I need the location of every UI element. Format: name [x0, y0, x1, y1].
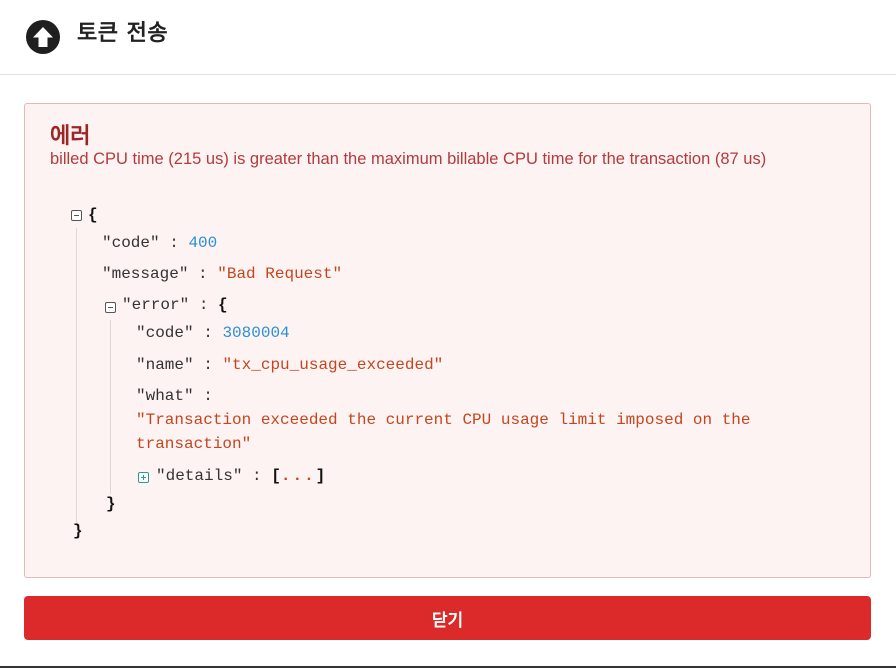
json-string: "tx_cpu_usage_exceeded" [222, 356, 444, 374]
json-row-name: "name" : "tx_cpu_usage_exceeded" [136, 356, 444, 374]
json-number: 400 [188, 234, 218, 252]
json-key: "code" [102, 234, 160, 252]
json-number: 3080004 [222, 324, 290, 342]
error-title: 에러 [50, 124, 91, 149]
error-close-brace: } [106, 495, 116, 513]
modal-header: 토큰 전송 [0, 0, 896, 75]
modal-title: 토큰 전송 [77, 21, 169, 46]
error-open-brace: { [218, 296, 228, 314]
root-indent-guide [76, 228, 77, 526]
collapse-root-toggle[interactable] [71, 210, 82, 221]
collapse-error-toggle[interactable] [105, 302, 116, 313]
json-row-code: "code" : 400 [102, 234, 218, 252]
json-key: "name" [136, 356, 194, 374]
error-panel: 에러 billed CPU time (215 us) is greater t… [24, 103, 871, 578]
json-row-message: "message" : "Bad Request" [102, 265, 343, 283]
error-message: billed CPU time (215 us) is greater than… [50, 150, 767, 168]
error-indent-guide [110, 320, 111, 494]
close-button[interactable]: 닫기 [24, 596, 871, 640]
json-row-details: "details" : [...] [156, 467, 326, 485]
root-close-brace: } [73, 522, 83, 540]
json-key: "details" [156, 467, 243, 485]
json-string: "Bad Request" [217, 265, 343, 283]
json-row-error-code: "code" : 3080004 [136, 324, 290, 342]
json-row-error: "error" : { [122, 296, 228, 314]
json-key: "message" [102, 265, 189, 283]
json-what-value-line2: transaction" [136, 435, 252, 453]
root-open-brace: { [88, 206, 98, 224]
json-row-what: "what" : [136, 387, 213, 405]
json-key: "error" [122, 296, 190, 314]
expand-details-toggle[interactable] [138, 472, 149, 483]
collapsed-array-ellipsis[interactable]: ... [281, 467, 316, 485]
json-key: "what" [136, 387, 194, 405]
json-what-value-line1: "Transaction exceeded the current CPU us… [136, 411, 751, 429]
json-key: "code" [136, 324, 194, 342]
arrow-up-circle-icon [26, 20, 60, 54]
